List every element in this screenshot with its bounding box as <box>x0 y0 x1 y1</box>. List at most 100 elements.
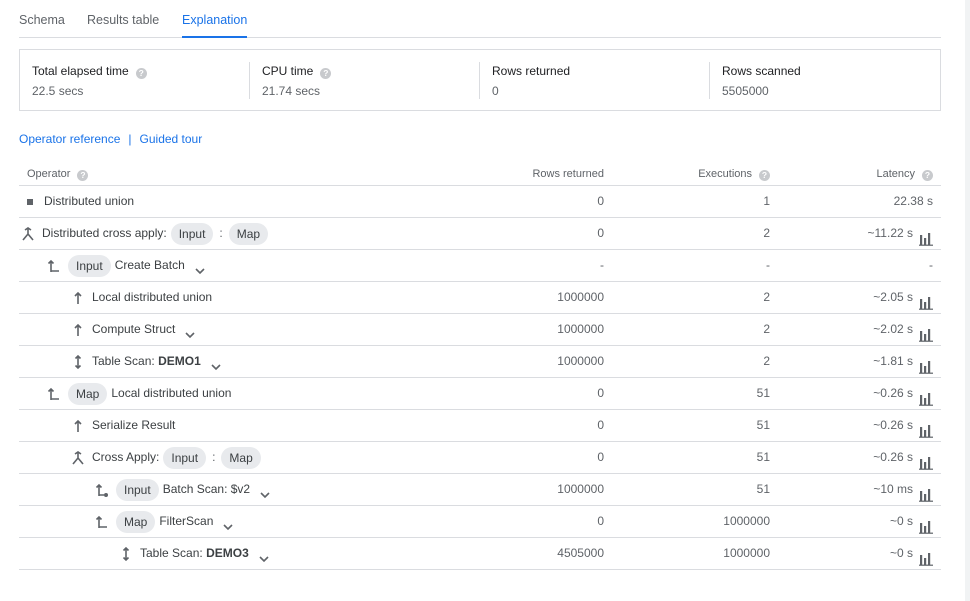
link-separator: | <box>128 132 132 146</box>
operator-label: FilterScan <box>159 514 214 528</box>
bar-chart-icon[interactable] <box>919 387 933 406</box>
operator-label: Create Batch <box>114 258 185 272</box>
chip-input[interactable]: Input <box>68 254 111 277</box>
bar-chart-icon[interactable] <box>919 323 933 342</box>
rows-returned-cell: 0 <box>597 226 604 240</box>
bar-chart-icon[interactable] <box>919 515 933 534</box>
chip-input[interactable]: Input <box>163 446 207 469</box>
tab-explanation[interactable]: Explanation <box>182 13 248 38</box>
operator-label: Table Scan: <box>92 354 155 368</box>
operator-reference-link[interactable]: Operator reference <box>19 132 120 146</box>
rows-returned-cell: 0 <box>597 514 604 528</box>
chip-input[interactable]: Input <box>170 222 214 245</box>
latency-value: ~10 ms <box>873 482 913 496</box>
scrollbar[interactable] <box>965 0 970 601</box>
latency-cell: ~2.02 s <box>873 314 933 345</box>
header-operator: Operator <box>27 168 71 180</box>
latency-value: ~0.26 s <box>873 450 913 464</box>
tab-schema[interactable]: Schema <box>19 13 65 38</box>
executions-cell: 1000000 <box>723 546 770 560</box>
table-row[interactable]: Input Create Batch - - - <box>19 250 941 282</box>
table-row[interactable]: Table Scan: DEMO1 1000000 2 ~1.81 s <box>19 346 941 378</box>
rows-returned-cell: 4505000 <box>557 546 604 560</box>
bar-chart-icon[interactable] <box>919 451 933 470</box>
table-row[interactable]: Local distributed union 1000000 2 ~2.05 s <box>19 282 941 314</box>
table-name: DEMO1 <box>158 354 201 368</box>
header-rows-returned[interactable]: Rows returned <box>532 168 604 180</box>
arrow-up-icon <box>71 323 85 337</box>
stat-elapsed: Total elapsed time? 22.5 secs <box>20 50 250 110</box>
operator-label: Cross Apply: <box>92 450 160 464</box>
table-row[interactable]: Serialize Result 0 51 ~0.26 s <box>19 410 941 442</box>
table-row[interactable]: Cross Apply: Input: Map 0 51 ~0.26 s <box>19 442 941 474</box>
help-icon[interactable]: ? <box>135 68 147 79</box>
arrow-up-icon <box>71 291 85 305</box>
help-icon[interactable]: ? <box>320 68 332 79</box>
latency-value: ~11.22 s <box>867 226 913 240</box>
executions-cell: 51 <box>756 418 770 432</box>
operator-cell: Cross Apply: Input: Map <box>19 442 265 473</box>
executions-cell: 2 <box>763 354 770 368</box>
chip-map[interactable]: Map <box>228 222 269 245</box>
table-row[interactable]: Distributed union 0 1 22.38 s <box>19 186 941 218</box>
rows-returned-cell: 0 <box>597 450 604 464</box>
chevron-down-icon[interactable] <box>257 547 271 562</box>
chip-map[interactable]: Map <box>68 382 108 405</box>
rows-returned-cell: 0 <box>597 386 604 400</box>
tab-results-table[interactable]: Results table <box>87 13 159 38</box>
arrow-up-down-icon <box>119 546 133 561</box>
operator-label: Distributed cross apply: <box>42 226 167 240</box>
chevron-down-icon[interactable] <box>221 515 235 530</box>
chevron-down-icon[interactable] <box>193 259 207 274</box>
tab-bar: Schema Results table Explanation <box>19 0 941 38</box>
operator-cell: Table Scan: DEMO3 <box>19 538 271 569</box>
executions-cell: 51 <box>756 482 770 496</box>
latency-cell: ~10 ms <box>873 474 933 505</box>
operator-label: Batch Scan: $v2 <box>162 482 251 496</box>
latency-value: 22.38 s <box>893 194 933 208</box>
square-icon <box>23 195 37 209</box>
bar-chart-icon[interactable] <box>919 355 933 374</box>
bar-chart-icon[interactable] <box>919 483 933 502</box>
table-row[interactable]: Map Local distributed union 0 51 ~0.26 s <box>19 378 941 410</box>
operator-cell: Table Scan: DEMO1 <box>19 346 223 377</box>
header-latency[interactable]: Latency <box>876 168 915 180</box>
table-row[interactable]: Table Scan: DEMO3 4505000 1000000 ~0 s <box>19 538 941 570</box>
latency-cell: - <box>929 250 933 281</box>
guided-tour-link[interactable]: Guided tour <box>140 132 203 146</box>
operator-cell: Map FilterScan <box>19 506 235 537</box>
stat-rows-returned-value: 0 <box>492 84 499 98</box>
help-icon[interactable]: ? <box>922 170 933 181</box>
executions-cell: 2 <box>763 322 770 336</box>
bar-chart-icon[interactable] <box>919 547 933 566</box>
branch-dot-icon <box>95 483 109 497</box>
operator-label: Compute Struct <box>92 322 176 336</box>
table-row[interactable]: Map FilterScan 0 1000000 ~0 s <box>19 506 941 538</box>
chip-map[interactable]: Map <box>221 446 261 469</box>
branch-icon <box>47 259 61 273</box>
chip-input[interactable]: Input <box>116 478 159 501</box>
chevron-down-icon[interactable] <box>183 323 197 338</box>
executions-cell: 1000000 <box>723 514 770 528</box>
operator-cell: Compute Struct <box>19 314 197 345</box>
executions-cell: - <box>766 258 770 272</box>
operator-label: Serialize Result <box>92 418 176 432</box>
table-row[interactable]: Compute Struct 1000000 2 ~2.02 s <box>19 314 941 346</box>
chevron-down-icon[interactable] <box>209 355 223 370</box>
operator-label: Local distributed union <box>111 386 232 400</box>
bar-chart-icon[interactable] <box>919 419 933 438</box>
bar-chart-icon[interactable] <box>919 291 933 310</box>
table-row[interactable]: Input Batch Scan: $v2 1000000 51 ~10 ms <box>19 474 941 506</box>
chip-map[interactable]: Map <box>116 510 156 533</box>
help-icon[interactable]: ? <box>759 170 770 181</box>
branch-icon <box>47 387 61 401</box>
help-icon[interactable]: ? <box>77 170 89 181</box>
operator-cell: Serialize Result <box>19 410 175 441</box>
query-plan-table: Operator? Rows returned Executions? Late… <box>19 161 941 570</box>
chevron-down-icon[interactable] <box>258 483 272 498</box>
stat-rows-returned: Rows returned 0 <box>480 50 710 110</box>
arrow-up-icon <box>71 419 85 433</box>
bar-chart-icon[interactable] <box>919 227 933 246</box>
table-row[interactable]: Distributed cross apply: Input: Map 0 2 ~11.2… <box>19 218 941 250</box>
header-executions[interactable]: Executions <box>698 168 752 180</box>
